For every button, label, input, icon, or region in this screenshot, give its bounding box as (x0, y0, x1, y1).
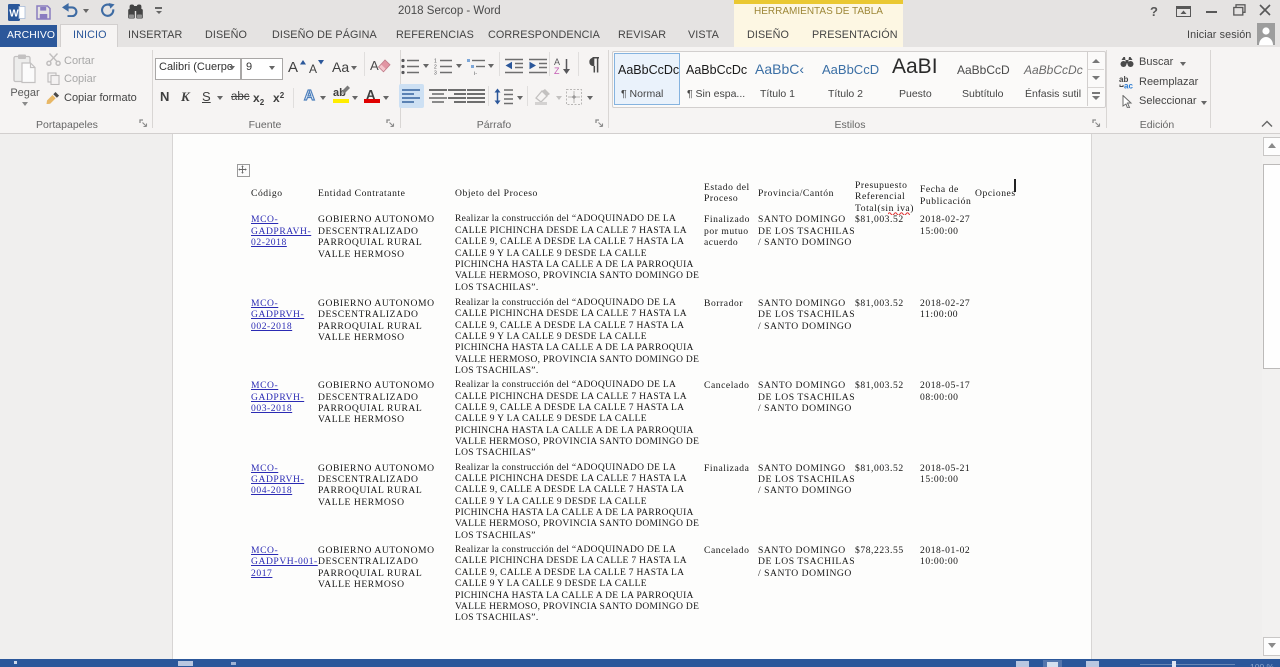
svg-text:A: A (370, 58, 379, 73)
svg-text:Z: Z (554, 66, 560, 75)
svg-text:W: W (9, 9, 19, 20)
svg-text:ac: ac (1124, 82, 1133, 90)
svg-text:i-: i- (474, 71, 477, 75)
svg-text:3: 3 (434, 71, 437, 76)
